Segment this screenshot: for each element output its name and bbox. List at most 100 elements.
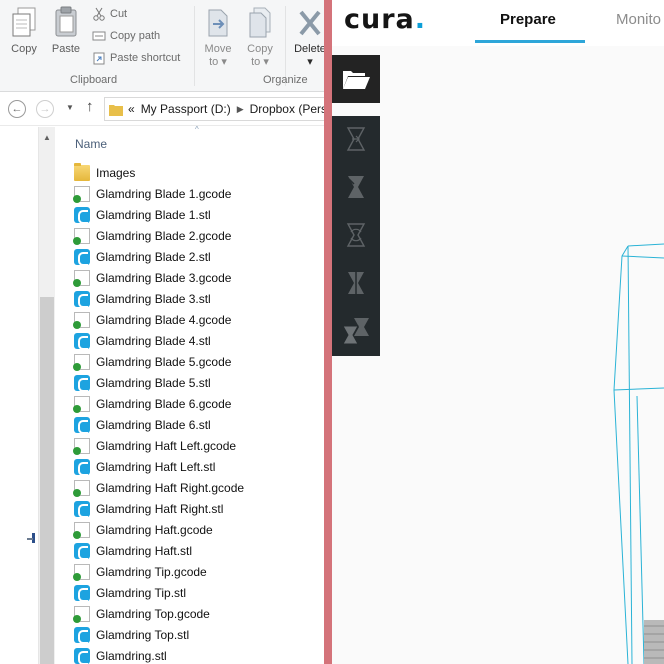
rotate-tool-button[interactable] [342, 222, 370, 248]
file-row[interactable]: Glamdring Haft Left.stl [74, 456, 324, 477]
tab-prepare-active-underline [475, 40, 585, 43]
file-row[interactable]: Glamdring Haft.stl [74, 540, 324, 561]
recent-locations-chevron-icon[interactable]: ▼ [66, 103, 74, 112]
file-row[interactable]: Glamdring Blade 5.gcode [73, 351, 324, 372]
move-to-icon [208, 9, 228, 37]
open-file-button[interactable] [332, 55, 380, 103]
back-button[interactable]: ← [8, 100, 26, 118]
paste-shortcut-icon [93, 52, 105, 65]
file-name: Glamdring Blade 5.gcode [96, 354, 232, 369]
file-row[interactable]: Glamdring Blade 3.gcode [73, 267, 324, 288]
cura-stl-file-icon [74, 584, 90, 602]
scroll-up-arrow-icon[interactable]: ▲ [39, 133, 55, 142]
file-row[interactable]: Glamdring Top.gcode [73, 603, 324, 624]
cura-stl-file-icon [74, 626, 90, 644]
file-row[interactable]: Glamdring Blade 4.stl [74, 330, 324, 351]
mirror-tool-button[interactable] [342, 270, 370, 296]
navigation-pane-scrollbar[interactable]: ▲ [38, 127, 55, 664]
gcode-file-icon [73, 311, 90, 329]
file-name: Glamdring Haft.stl [96, 543, 193, 558]
paste-shortcut-button[interactable]: Paste shortcut [92, 51, 180, 65]
paste-button[interactable]: Paste [46, 6, 86, 56]
copy-button[interactable]: Copy [6, 6, 42, 56]
file-name: Glamdring Blade 4.stl [96, 333, 211, 348]
file-row[interactable]: Glamdring Blade 6.gcode [73, 393, 324, 414]
scale-tool-icon [348, 176, 364, 198]
file-name: Glamdring Blade 1.stl [96, 207, 211, 222]
column-header-name[interactable]: ^ Name [56, 125, 324, 159]
file-row[interactable]: Glamdring Haft Right.gcode [73, 477, 324, 498]
copy-to-button[interactable]: Copy to ▾ [242, 6, 278, 68]
forward-button[interactable]: → [36, 100, 54, 118]
file-name: Glamdring Blade 2.stl [96, 249, 211, 264]
file-row[interactable]: Glamdring Blade 2.stl [74, 246, 324, 267]
cura-window: cura. Prepare Monito [332, 0, 664, 664]
file-row[interactable]: Glamdring Tip.gcode [73, 561, 324, 582]
folder-icon [109, 104, 123, 116]
3d-viewport[interactable] [332, 46, 664, 664]
cura-logo-dot: . [414, 4, 427, 35]
gcode-file-icon [73, 521, 90, 539]
file-row[interactable]: Glamdring Haft Right.stl [74, 498, 324, 519]
folder-open-icon [343, 71, 370, 89]
move-to-button[interactable]: Move to ▾ [200, 6, 236, 68]
gcode-file-icon [73, 563, 90, 581]
gcode-file-icon [73, 353, 90, 371]
address-overflow-chevron[interactable]: « [128, 102, 135, 116]
breadcrumb-arrow-icon[interactable]: ▶ [237, 104, 244, 115]
move-to-label: Move [204, 43, 232, 55]
delete-button[interactable]: Delete ▾ [290, 6, 324, 68]
file-row[interactable]: Glamdring.stl [74, 645, 324, 664]
arrow-right-icon: → [39, 102, 51, 115]
up-arrow-icon[interactable]: ↑ [86, 98, 94, 115]
file-name: Glamdring Blade 3.stl [96, 291, 211, 306]
cura-stl-file-icon [74, 248, 90, 266]
file-name: Glamdring Blade 6.gcode [96, 396, 232, 411]
file-name: Glamdring Blade 3.gcode [96, 270, 232, 285]
file-row[interactable]: Glamdring Top.stl [74, 624, 324, 645]
tab-prepare[interactable]: Prepare [500, 11, 556, 28]
file-row[interactable]: Glamdring Blade 3.stl [74, 288, 324, 309]
cura-stl-file-icon [74, 290, 90, 308]
file-explorer-window: Copy Paste Cut Copy path Paste shortcut … [0, 0, 324, 664]
file-row[interactable]: Glamdring Blade 6.stl [74, 414, 324, 435]
copy-path-icon [92, 31, 106, 41]
cut-label: Cut [110, 8, 128, 20]
file-name: Glamdring Blade 6.stl [96, 417, 211, 432]
per-model-settings-button[interactable] [342, 318, 370, 344]
cura-stl-file-icon [74, 500, 90, 518]
file-row[interactable]: Glamdring Blade 4.gcode [73, 309, 324, 330]
address-segment[interactable]: Dropbox (Pers [250, 102, 324, 116]
translate-tool-button[interactable] [342, 126, 370, 152]
ribbon: Copy Paste Cut Copy path Paste shortcut … [0, 0, 324, 92]
copy-path-button[interactable]: Copy path [92, 29, 160, 43]
file-row[interactable]: Glamdring Blade 2.gcode [73, 225, 324, 246]
copy-label: Copy [11, 43, 37, 55]
cura-stl-file-icon [74, 542, 90, 560]
window-divider [324, 0, 332, 664]
address-path[interactable]: « My Passport (D:) ▶ Dropbox (Pers [104, 97, 324, 121]
scrollbar-thumb[interactable] [40, 297, 54, 664]
copy-to-sub: to ▾ [251, 56, 269, 68]
cura-stl-file-icon [74, 374, 90, 392]
file-row[interactable]: Glamdring Tip.stl [74, 582, 324, 603]
file-row[interactable]: Glamdring Blade 1.gcode [73, 183, 324, 204]
delete-sub: ▾ [307, 56, 313, 68]
clipboard-group-label: Clipboard [70, 74, 118, 86]
scale-tool-button[interactable] [342, 174, 370, 200]
cura-logo-text: cura [344, 4, 415, 35]
gcode-file-icon [73, 437, 90, 455]
file-row[interactable]: Glamdring Haft.gcode [73, 519, 324, 540]
tab-monitor[interactable]: Monito [616, 11, 661, 28]
cura-stl-file-icon [74, 647, 90, 664]
cut-button[interactable]: Cut [92, 7, 127, 21]
column-name-label: Name [75, 137, 108, 151]
file-row[interactable]: Images [74, 162, 324, 183]
delete-x-icon [299, 10, 321, 36]
gcode-file-icon [73, 185, 90, 203]
sort-ascending-icon: ^ [195, 125, 199, 134]
file-row[interactable]: Glamdring Haft Left.gcode [73, 435, 324, 456]
file-row[interactable]: Glamdring Blade 5.stl [74, 372, 324, 393]
file-row[interactable]: Glamdring Blade 1.stl [74, 204, 324, 225]
address-segment[interactable]: My Passport (D:) [141, 102, 231, 116]
